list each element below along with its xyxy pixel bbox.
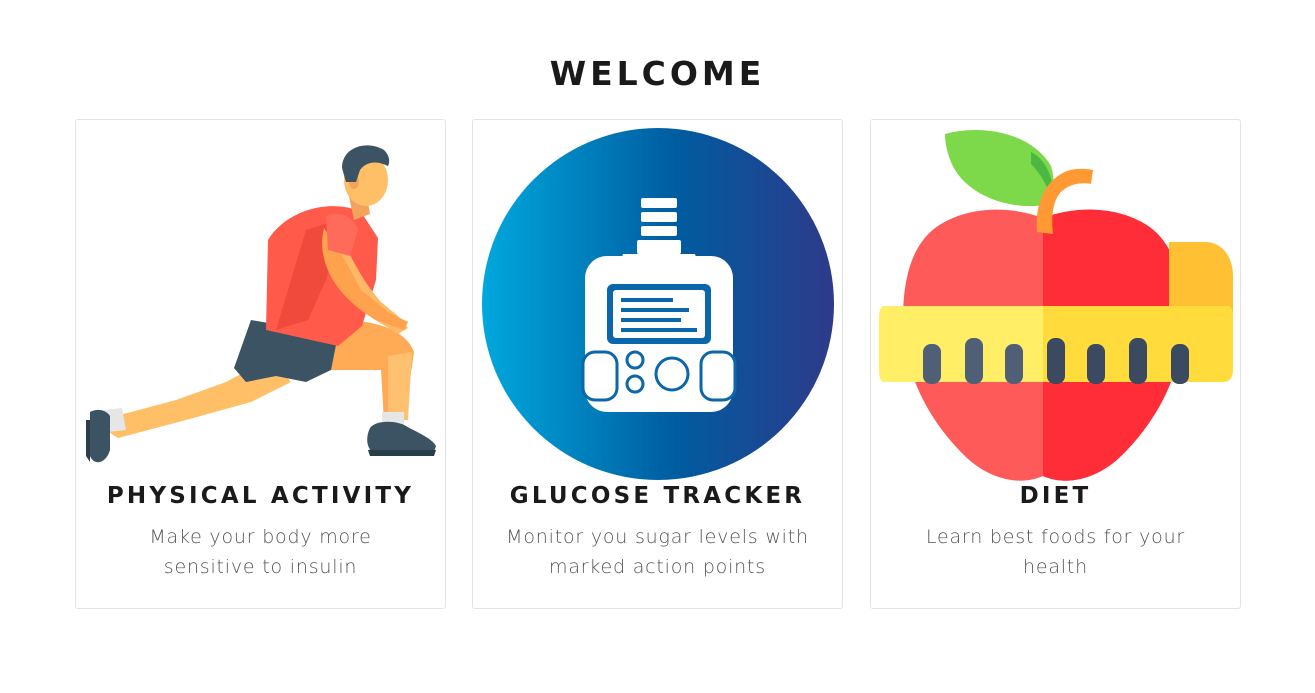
apple-measuring-tape-icon — [879, 129, 1233, 481]
card-description: Learn best foods for your health — [925, 526, 1186, 578]
card-title: PHYSICAL ACTIVITY — [106, 483, 415, 509]
page-title: WELCOME — [549, 54, 766, 93]
card-title: DIET — [1019, 483, 1092, 509]
card-physical-activity[interactable]: PHYSICAL ACTIVITY Make your body more se… — [75, 119, 446, 609]
welcome-page: WELCOME PHYSICAL ACTIVITY Make your body… — [0, 0, 1315, 693]
card-glucose-tracker[interactable]: GLUCOSE TRACKER Monitor you sugar levels… — [472, 119, 843, 609]
card-description: Make your body more sensitive to insulin — [149, 526, 372, 578]
card-title: GLUCOSE TRACKER — [509, 483, 806, 509]
card-diet[interactable]: DIET Learn best foods for your health — [870, 119, 1241, 609]
glucose-meter-icon — [482, 128, 834, 480]
card-description: Monitor you sugar levels with marked act… — [506, 526, 809, 578]
stretching-man-icon — [86, 145, 436, 463]
